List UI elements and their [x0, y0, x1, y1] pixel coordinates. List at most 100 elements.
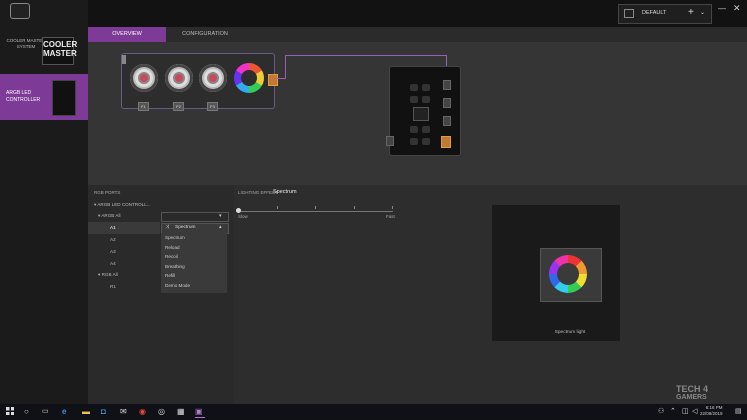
effect-option[interactable]: Breathing	[161, 262, 227, 272]
sidebar-item-label: ARGB LED CONTROLLER	[6, 90, 40, 104]
controller-led-icon	[422, 138, 430, 145]
connection-line	[285, 55, 446, 56]
tree-root[interactable]: ▾ ARGB LED CONTROLL...	[94, 200, 151, 210]
lighting-effect-panel	[234, 185, 747, 404]
controller-led-icon	[410, 84, 418, 91]
fan-badge[interactable]: F3	[207, 102, 218, 111]
tree-argb-group[interactable]: ▾ ARGB All	[98, 211, 121, 221]
brand-logo-line1: COOLER	[43, 40, 78, 49]
effect-option[interactable]: Recoil	[161, 252, 227, 262]
tree-item-selected	[88, 222, 160, 234]
store-icon[interactable]: ◘	[101, 407, 111, 417]
controller-led-icon	[422, 96, 430, 103]
fan-hub-icon	[207, 72, 219, 84]
chevron-up-icon: ▴	[219, 224, 222, 230]
speed-slow-label: Slow	[238, 214, 248, 219]
add-profile-button[interactable]: +	[688, 7, 694, 18]
notifications-icon[interactable]: ▤	[735, 407, 745, 417]
mail-icon[interactable]: ✉	[120, 407, 130, 417]
lighting-effect-value: Spectrum	[273, 189, 297, 195]
tree-item-r1[interactable]: R1	[110, 282, 116, 292]
port-connector[interactable]	[268, 74, 278, 86]
port-connector[interactable]	[441, 136, 451, 148]
brand-logo-line2: MASTER	[43, 49, 77, 58]
tree-item-a3[interactable]: A3	[110, 247, 116, 257]
rgb-ring-center	[241, 70, 257, 86]
tree-item-a1[interactable]: A1	[110, 223, 116, 233]
rgb-ports-title: RGB PORTS	[94, 190, 121, 195]
connection-line	[285, 55, 287, 79]
tree-item-a2[interactable]: A2	[110, 235, 116, 245]
watermark-line1: TECH 4	[676, 384, 709, 394]
effect-option[interactable]: Spectrum	[161, 233, 227, 243]
media-icon[interactable]: ◎	[158, 407, 168, 417]
speed-slider-thumb[interactable]	[236, 208, 241, 213]
connection-line	[277, 78, 285, 79]
windows-start-icon[interactable]	[6, 407, 16, 417]
tab-configuration[interactable]: CONFIGURATION	[166, 27, 244, 42]
calculator-icon[interactable]: ▦	[177, 407, 187, 417]
group-handle-icon	[122, 55, 126, 64]
shuffle-icon: ⤨	[165, 224, 170, 230]
watermark-line2: GAMERS	[676, 394, 707, 401]
effect-dropdown-value: Spectrum	[175, 225, 196, 230]
controller-led-icon	[410, 138, 418, 145]
tree-group-label: ARGB All	[101, 213, 121, 218]
slider-tick	[354, 206, 355, 209]
lighting-effect-label: LIGHTING EFFECT	[238, 190, 279, 195]
fan-hub-icon	[173, 72, 185, 84]
people-icon[interactable]: ⚇	[658, 407, 668, 417]
controller-logo-icon	[413, 107, 429, 121]
tray-arrow-icon[interactable]: ⌃	[670, 407, 680, 417]
controller-thumbnail	[52, 80, 76, 116]
tree-item-a4[interactable]: A4	[110, 259, 116, 269]
tree-group-label: RGB All	[101, 272, 118, 277]
profile-name: DEFAULT	[642, 10, 667, 16]
tree-rgb-group[interactable]: ▾ RGB All	[98, 270, 118, 280]
spectrum-ring-center	[557, 263, 579, 285]
controller-port[interactable]	[386, 136, 394, 146]
masterplus-icon[interactable]: ▣	[195, 407, 205, 418]
tree-root-label: ARGB LED CONTROLL...	[97, 202, 151, 207]
taskbar-clock[interactable]: 6:16 PM 22/08/2019	[700, 405, 723, 417]
edge-icon[interactable]: e	[62, 407, 72, 417]
effect-option[interactable]: Refill	[161, 271, 227, 281]
chevron-down-icon: ▾	[219, 213, 222, 219]
close-button[interactable]: ✕	[733, 3, 741, 14]
app-logo-icon	[10, 3, 30, 19]
fan-hub-icon	[138, 72, 150, 84]
task-view-icon[interactable]: ▭	[42, 407, 52, 417]
minimize-button[interactable]: —	[718, 4, 726, 13]
fan-badge[interactable]: F2	[173, 102, 184, 111]
device-label-line1: ARGB LED	[6, 90, 32, 96]
controller-led-icon	[410, 126, 418, 133]
effect-dropdown-list: Spectrum Reload Recoil Breathing Refill …	[161, 233, 227, 293]
clock-date: 22/08/2019	[700, 411, 723, 416]
tab-overview[interactable]: OVERVIEW	[88, 27, 166, 42]
effect-option[interactable]: Demo Mode	[161, 281, 227, 291]
fan-badge[interactable]: F1	[138, 102, 149, 111]
profile-icon	[624, 9, 634, 18]
network-icon[interactable]: ◫	[682, 407, 692, 417]
controller-led-icon	[422, 126, 430, 133]
device-label-line2: CONTROLLER	[6, 97, 41, 103]
search-icon[interactable]: ○	[24, 407, 34, 417]
taskbar	[0, 404, 747, 420]
controller-led-icon	[410, 96, 418, 103]
slider-tick	[392, 206, 393, 209]
controller-port[interactable]	[443, 98, 451, 108]
speed-slider[interactable]	[238, 211, 393, 212]
slider-tick	[315, 206, 316, 209]
watermark-logo: TECH 4 GAMERS	[676, 384, 708, 401]
cooler-master-logo: COOLER MASTER	[42, 37, 78, 65]
controller-led-icon	[422, 84, 430, 91]
speed-fast-label: Fast	[386, 214, 395, 219]
controller-port[interactable]	[443, 116, 451, 126]
slider-tick	[277, 206, 278, 209]
file-explorer-icon[interactable]: ▬	[82, 407, 92, 417]
chrome-icon[interactable]: ◉	[139, 407, 149, 417]
preview-caption: Spectrum light	[554, 330, 586, 335]
chevron-down-icon[interactable]: ⌄	[700, 9, 705, 16]
controller-port[interactable]	[443, 80, 451, 90]
effect-option[interactable]: Reload	[161, 243, 227, 253]
